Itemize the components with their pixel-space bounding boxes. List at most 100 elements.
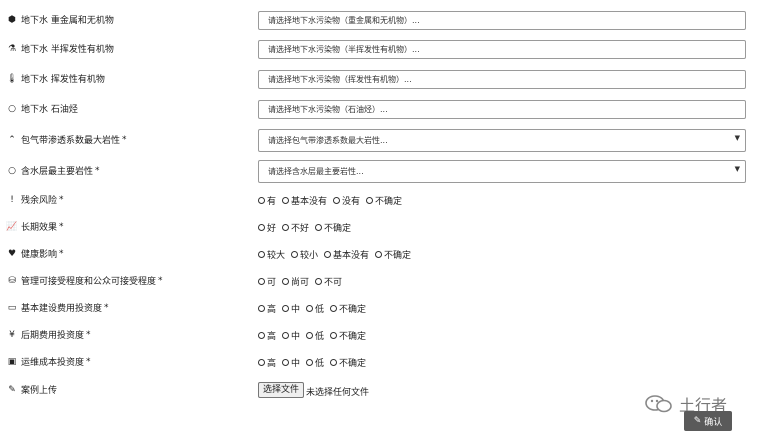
radio-option[interactable]: 不确定	[315, 221, 351, 234]
radio-option[interactable]: 不好	[282, 221, 309, 234]
field-label: ▣ 运维成本投资度 *	[6, 355, 91, 369]
yen-icon: ¥	[9, 329, 15, 340]
radio-circle-icon[interactable]	[258, 278, 265, 285]
line-chart-icon: 📈	[6, 221, 18, 232]
radio-circle-icon[interactable]	[291, 251, 299, 258]
money-icon: ▣	[7, 356, 17, 367]
field-label: ¥ 后期费用投资度 *	[6, 328, 90, 342]
radio-label: 没有	[342, 197, 361, 207]
radio-label: 不确定	[375, 197, 403, 207]
confirm-label: 确认	[704, 417, 723, 428]
radio-option[interactable]: 不确定	[375, 248, 411, 261]
label-text: 健康影响	[21, 250, 58, 260]
radio-option[interactable]: 没有	[333, 194, 360, 207]
field-label: ⚗ 地下水 半挥发性有机物	[6, 42, 114, 56]
radio-option[interactable]: 好	[258, 221, 276, 234]
radio-label: 低	[315, 332, 325, 342]
confirm-button[interactable]: ✎ 确认	[684, 411, 732, 431]
radio-circle-icon[interactable]	[315, 278, 323, 285]
radio-option[interactable]: 可	[258, 275, 276, 288]
circle-icon: ○	[8, 165, 16, 176]
radio-circle-icon[interactable]	[366, 197, 374, 204]
radio-option[interactable]: 较大	[258, 248, 285, 261]
radio-option[interactable]: 高	[258, 329, 276, 342]
radio-option[interactable]: 尚可	[282, 275, 309, 288]
lithology-select[interactable]: 请选择包气带渗透系数最大岩性... ▼	[258, 129, 746, 152]
required-mark: *	[95, 165, 100, 176]
radio-circle-icon[interactable]	[258, 359, 265, 366]
radio-circle-icon[interactable]	[282, 197, 290, 204]
database-icon: ⛁	[8, 275, 16, 286]
label-text: 基本建设费用投资度	[21, 304, 103, 314]
required-mark: *	[86, 356, 91, 367]
label-text: 地下水 半挥发性有机物	[21, 45, 114, 55]
radio-circle-icon[interactable]	[315, 224, 323, 231]
radio-option[interactable]: 中	[282, 356, 300, 369]
radio-label: 有	[267, 197, 277, 207]
radio-label: 低	[315, 305, 325, 315]
radio-option[interactable]: 不确定	[330, 302, 366, 315]
lithology-select[interactable]: 请选择含水层最主要岩性... ▼	[258, 160, 746, 183]
radio-circle-icon[interactable]	[282, 332, 290, 339]
pollutant-input[interactable]: 请选择地下水污染物（石油烃）...	[258, 100, 746, 119]
radio-option[interactable]: 不可	[315, 275, 342, 288]
radio-circle-icon[interactable]	[324, 251, 332, 258]
file-status: 未选择任何文件	[306, 388, 370, 398]
radio-option[interactable]: 低	[306, 329, 324, 342]
radio-circle-icon[interactable]	[330, 332, 338, 339]
radio-option[interactable]: 中	[282, 302, 300, 315]
radio-circle-icon[interactable]	[282, 359, 290, 366]
radio-option[interactable]: 不确定	[366, 194, 402, 207]
radio-circle-icon[interactable]	[306, 305, 314, 312]
required-mark: *	[59, 194, 64, 205]
radio-circle-icon[interactable]	[282, 224, 290, 231]
radio-option[interactable]: 低	[306, 302, 324, 315]
radio-option[interactable]: 低	[306, 356, 324, 369]
radio-option[interactable]: 中	[282, 329, 300, 342]
required-mark: *	[59, 248, 64, 259]
select-value: 请选择含水层最主要岩性...	[268, 167, 364, 176]
radio-option[interactable]: 有	[258, 194, 276, 207]
radio-circle-icon[interactable]	[330, 305, 338, 312]
radio-circle-icon[interactable]	[258, 197, 265, 204]
radio-option[interactable]: 较小	[291, 248, 318, 261]
radio-circle-icon[interactable]	[258, 305, 265, 312]
radio-label: 较大	[267, 251, 286, 261]
select-value: 请选择包气带渗透系数最大岩性...	[268, 136, 388, 145]
radio-option[interactable]: 不确定	[330, 329, 366, 342]
radio-label: 不确定	[384, 251, 412, 261]
radio-circle-icon[interactable]	[258, 224, 265, 231]
radio-label: 不可	[324, 278, 343, 288]
radio-circle-icon[interactable]	[306, 332, 314, 339]
radio-circle-icon[interactable]	[282, 305, 290, 312]
radio-label: 尚可	[291, 278, 310, 288]
radio-circle-icon[interactable]	[258, 332, 265, 339]
flask-icon: ⚗	[7, 43, 17, 54]
radio-option[interactable]: 基本没有	[282, 194, 327, 207]
pollutant-input[interactable]: 请选择地下水污染物（重金属和无机物）...	[258, 11, 746, 30]
radio-option[interactable]: 高	[258, 356, 276, 369]
radio-label: 不确定	[339, 305, 367, 315]
radio-circle-icon[interactable]	[306, 359, 314, 366]
radio-option[interactable]: 不确定	[330, 356, 366, 369]
radio-circle-icon[interactable]	[330, 359, 338, 366]
label-text: 运维成本投资度	[21, 358, 85, 368]
radio-option[interactable]: 高	[258, 302, 276, 315]
field-label: 🌡 地下水 挥发性有机物	[6, 72, 105, 86]
radio-circle-icon[interactable]	[258, 251, 265, 258]
field-label: ○ 地下水 石油烃	[6, 102, 78, 116]
radio-label: 可	[267, 278, 277, 288]
radio-label: 中	[291, 359, 301, 369]
radio-label: 中	[291, 305, 301, 315]
choose-file-button[interactable]: 选择文件	[258, 382, 305, 398]
field-label: ○ 含水层最主要岩性 *	[6, 164, 100, 178]
radio-option[interactable]: 基本没有	[324, 248, 369, 261]
pollutant-input[interactable]: 请选择地下水污染物（挥发性有机物）...	[258, 70, 746, 89]
radio-circle-icon[interactable]	[333, 197, 341, 204]
pollutant-input[interactable]: 请选择地下水污染物（半挥发性有机物）...	[258, 40, 746, 59]
field-label: ♥ 健康影响 *	[6, 247, 64, 261]
radio-label: 基本没有	[291, 197, 328, 207]
label-text: 含水层最主要岩性	[21, 167, 94, 177]
radio-circle-icon[interactable]	[375, 251, 383, 258]
radio-circle-icon[interactable]	[282, 278, 290, 285]
